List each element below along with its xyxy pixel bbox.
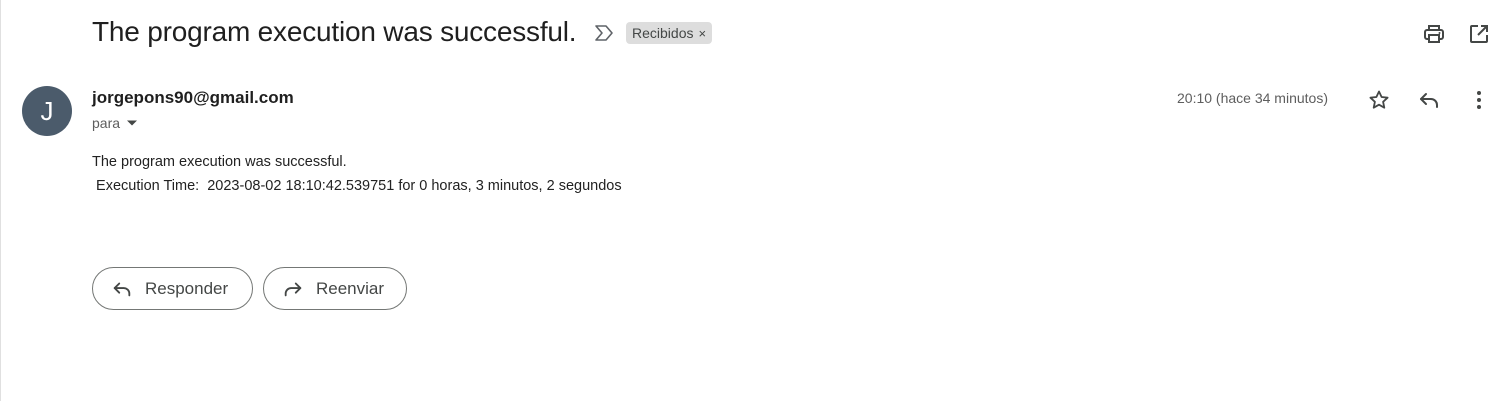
recipient-prefix: para <box>92 115 121 131</box>
avatar-initial: J <box>40 95 54 126</box>
email-view: The program execution was successful. Re… <box>0 0 1502 401</box>
email-body: The program execution was successful. Ex… <box>92 150 622 198</box>
print-icon[interactable] <box>1422 22 1446 46</box>
forward-button-label: Reenviar <box>316 278 385 298</box>
reply-icon <box>113 282 131 296</box>
more-vert-icon[interactable] <box>1467 88 1491 112</box>
forward-icon <box>284 282 302 296</box>
email-timestamp: 20:10 (hace 34 minutos) <box>1177 90 1328 106</box>
star-icon[interactable] <box>1367 88 1391 112</box>
open-in-new-window-icon[interactable] <box>1467 22 1491 46</box>
recipient-details[interactable]: para <box>92 115 138 131</box>
importance-marker-icon[interactable] <box>594 24 614 42</box>
label-chip-inbox[interactable]: Recibidos × <box>626 22 713 44</box>
chevron-down-icon[interactable] <box>126 119 138 127</box>
forward-button[interactable]: Reenviar <box>263 267 407 310</box>
body-line: Execution Time: 2023-08-02 18:10:42.5397… <box>92 178 622 194</box>
sender-address[interactable]: jorgepons90@gmail.com <box>92 88 294 108</box>
label-chip-text: Recibidos <box>632 25 694 41</box>
reply-icon[interactable] <box>1417 88 1441 112</box>
label-remove-icon[interactable]: × <box>698 26 706 41</box>
email-subject: The program execution was successful. <box>92 16 577 47</box>
body-line: The program execution was successful. <box>92 154 347 170</box>
sender-avatar[interactable]: J <box>22 86 72 136</box>
reply-button[interactable]: Responder <box>92 267 253 310</box>
reply-button-label: Responder <box>145 278 229 298</box>
